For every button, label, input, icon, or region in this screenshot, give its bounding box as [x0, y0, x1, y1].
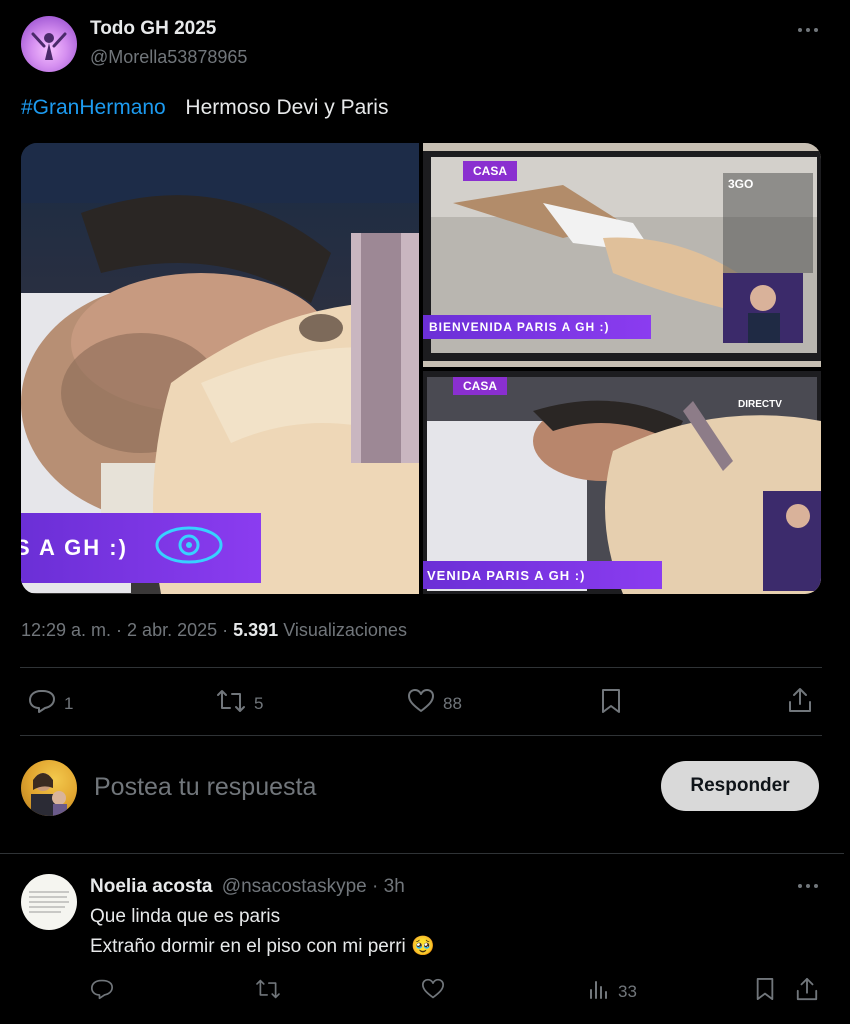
reply-more-options-icon[interactable] — [796, 878, 820, 894]
bookmark-icon — [754, 977, 776, 1006]
reply-action[interactable]: 1 — [28, 688, 73, 719]
reply-author-avatar[interactable] — [21, 874, 77, 930]
directv-logo: DIRECTV — [738, 399, 782, 410]
casa-label-bottom: CASA — [453, 377, 508, 395]
reply-icon — [90, 978, 114, 1005]
bookmark-action[interactable] — [599, 688, 623, 719]
channel-logo-top: 3GO — [728, 177, 754, 191]
reply-repost-action[interactable] — [255, 978, 281, 1005]
reply-input[interactable] — [92, 768, 636, 806]
divider-bottom-actions — [20, 735, 822, 736]
casa-label-top: CASA — [463, 161, 518, 181]
reply-line-2: Extraño dormir en el piso con mi perri 🥹 — [90, 936, 435, 957]
reply-author-name[interactable]: Noelia acosta — [90, 876, 213, 897]
current-user-avatar[interactable] — [21, 760, 77, 816]
repost-icon — [216, 688, 246, 719]
analytics-icon — [588, 978, 610, 1005]
responder-button[interactable]: Responder — [661, 761, 819, 811]
share-icon — [795, 976, 819, 1007]
repost-count: 5 — [254, 693, 264, 713]
reply-icon — [28, 688, 56, 719]
reply-reply-action[interactable] — [90, 978, 114, 1005]
reply-line-1: Que linda que es paris — [90, 906, 281, 927]
reply-views-count: 33 — [618, 981, 637, 1001]
eye-logo-icon — [154, 524, 224, 572]
divider-composer — [0, 853, 844, 854]
post-text: #GranHermano Hermoso Devi y Paris — [21, 96, 388, 120]
pleading-face-emoji: 🥹 — [411, 936, 435, 957]
bookmark-icon — [599, 688, 623, 719]
author-avatar[interactable] — [21, 16, 77, 72]
reply-author-handle[interactable]: @nsacostaskype — [222, 876, 367, 897]
hashtag-link[interactable]: #GranHermano — [21, 96, 166, 119]
author-name[interactable]: Todo GH 2025 — [90, 18, 216, 40]
reply-count: 1 — [64, 693, 74, 713]
divider-top-actions — [20, 667, 822, 668]
reply-bookmark-action[interactable] — [754, 977, 776, 1006]
handwritten-note-icon — [29, 891, 69, 913]
share-action[interactable] — [787, 686, 813, 719]
media-photo-left[interactable]: S A GH :) — [21, 143, 419, 594]
heart-icon — [407, 688, 435, 719]
post-timestamp[interactable]: 12:29 a. m. · 2 abr. 2025 · — [21, 620, 228, 640]
reply-views-action[interactable]: 33 — [588, 978, 637, 1005]
overlay-banner-bottom-right: VENIDA PARIS A GH :) — [423, 561, 662, 589]
reply-like-action[interactable] — [421, 978, 445, 1005]
user-photo-icon — [31, 773, 67, 816]
media-photo-top-right[interactable]: CASA 3GO BIENVENIDA PARIS A GH :) — [423, 143, 821, 367]
media-grid: S A GH :) CASA 3GO BIENVENIDA PARIS A GH… — [21, 143, 821, 594]
post-body: Hermoso Devi y Paris — [185, 96, 389, 119]
share-icon — [787, 686, 813, 719]
reply-time[interactable]: · 3h — [372, 876, 405, 897]
like-action[interactable]: 88 — [407, 688, 462, 719]
more-options-icon[interactable] — [796, 22, 820, 38]
media-photo-bottom-right[interactable]: CASA DIRECTV VENIDA PARIS A GH :) — [423, 371, 821, 594]
reply-share-action[interactable] — [795, 976, 819, 1007]
overlay-banner-top-right: BIENVENIDA PARIS A GH :) — [423, 315, 651, 339]
repost-icon — [255, 978, 281, 1005]
like-count: 88 — [443, 693, 462, 713]
repost-action[interactable]: 5 — [216, 688, 263, 719]
reply-header: Noelia acosta @nsacostaskype · 3h — [90, 876, 405, 898]
views-count: 5.391 — [233, 620, 279, 640]
heart-icon — [421, 978, 445, 1005]
author-handle[interactable]: @Morella53878965 — [90, 47, 247, 68]
post-meta: 12:29 a. m. · 2 abr. 2025 · 5.391 Visual… — [21, 620, 407, 641]
views-label: Visualizaciones — [283, 620, 407, 640]
overlay-banner-left: S A GH :) — [21, 513, 261, 583]
avatar-figure-icon — [31, 32, 67, 60]
